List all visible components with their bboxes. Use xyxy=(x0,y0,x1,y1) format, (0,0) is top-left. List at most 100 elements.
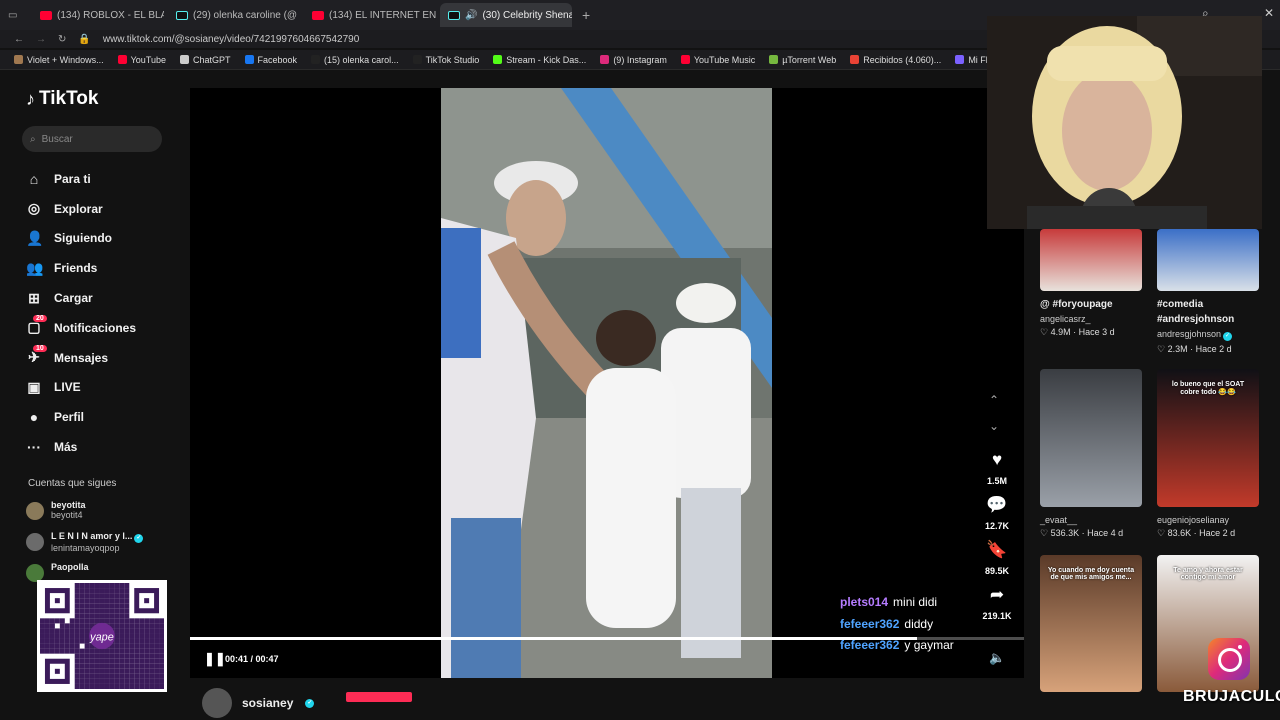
sidebar-nav: ⌂ Para ti ◎ Explorar 👤 Siguiendo 👥 Friends ⊞ Carg… xyxy=(26,164,136,462)
bookmark-item[interactable]: Violet + Windows... xyxy=(14,55,104,65)
sidebar-item-perfil[interactable]: ● Perfil xyxy=(26,402,136,432)
recommended-video-card[interactable]: #comedia #andresjohnson andresgjohnson ✓ ♡ … xyxy=(1157,229,1259,355)
bookmark-item[interactable]: TikTok Studio xyxy=(412,55,479,65)
pause-icon[interactable]: ❚❚ xyxy=(204,651,226,667)
heart-icon: ♡ xyxy=(1040,528,1051,538)
bookmark-item[interactable]: Recibidos (4.060)... xyxy=(850,55,941,65)
chat-message: plets014 mini didi xyxy=(840,592,954,614)
bookmark-favicon-icon xyxy=(14,55,23,64)
video-meta: ♡ 83.6K · Hace 2 d xyxy=(1157,528,1236,538)
video-thumbnail[interactable] xyxy=(1157,229,1259,291)
bookmark-item[interactable]: Stream - Kick Das... xyxy=(493,55,586,65)
yape-qr-code: yape xyxy=(37,580,167,692)
url-field[interactable]: www.tiktok.com/@sosianey/video/742199760… xyxy=(103,34,359,45)
sidebar-item-explorar[interactable]: ◎ Explorar xyxy=(26,194,136,224)
recommended-video-card[interactable]: lo bueno que el SOAT cobre todo 😂😂 eugeni… xyxy=(1157,369,1259,539)
video-thumbnail[interactable]: lo bueno que el SOAT cobre todo 😂😂 xyxy=(1157,369,1259,507)
video-author[interactable]: _evaat__ xyxy=(1040,515,1142,525)
video-author[interactable]: sosianey ✓ xyxy=(202,688,315,718)
sidebar-item-m-s[interactable]: ··· Más xyxy=(26,432,136,462)
tiktok-logo[interactable]: ♪ TikTok xyxy=(26,88,98,110)
yape-label: yape xyxy=(89,631,114,643)
sidebar-item-mensajes[interactable]: ✈ 10 Mensajes xyxy=(26,343,136,373)
verified-icon: ✓ xyxy=(1223,332,1233,341)
recommended-video-card[interactable]: Yo cuando me doy cuenta de que mis amigo… xyxy=(1040,555,1142,692)
recommended-video-card[interactable]: @ #foryoupage angelicasrz_ ♡ 4.9M · Hace 3… xyxy=(1040,229,1142,338)
video-author-name: eugeniojoselianay xyxy=(1157,515,1230,525)
avatar xyxy=(26,502,44,520)
verified-icon: ✓ xyxy=(134,534,144,543)
bookmark-item[interactable]: Facebook xyxy=(244,55,297,65)
bookmark-item[interactable]: YouTube xyxy=(117,55,166,65)
sidebar-item-friends[interactable]: 👥 Friends xyxy=(26,253,136,283)
share-button[interactable]: ➦ 219.1K xyxy=(980,585,1014,630)
sidebar-item-siguiendo[interactable]: 👤 Siguiendo xyxy=(26,224,136,254)
search-icon: ⌕ xyxy=(30,133,36,145)
bookmark-item[interactable]: YouTube Music xyxy=(680,55,755,65)
chat-text: diddy xyxy=(904,616,934,631)
stream-chat-overlay: plets014 mini didi fefeeer362 diddy fefeeer3… xyxy=(840,592,954,657)
back-icon[interactable]: ← xyxy=(14,34,24,45)
video-progress-bar[interactable] xyxy=(190,637,1024,640)
upload-icon: ⊞ xyxy=(28,289,40,306)
verified-icon: ✓ xyxy=(305,698,315,708)
follow-button[interactable] xyxy=(346,692,412,702)
bookmark-favicon-icon xyxy=(680,55,690,64)
thumbnail-caption: Yo cuando me doy cuenta de que mis amigo… xyxy=(1047,567,1135,581)
volume-icon[interactable]: 🔈 xyxy=(989,650,1005,666)
following-account[interactable]: L E N I N amor y l... ✓ lenintamayoqpop xyxy=(26,531,144,553)
video-thumbnail[interactable] xyxy=(1040,369,1142,507)
friends-icon: 👥 xyxy=(26,259,44,276)
forward-icon[interactable]: → xyxy=(36,34,46,45)
video-author[interactable]: eugeniojoselianay xyxy=(1157,515,1259,525)
video-caption: #comedia #andresjohnson xyxy=(1157,299,1235,325)
bookmark-item[interactable]: (9) Instagram xyxy=(600,55,667,65)
browser-tab[interactable]: (134) EL INTERNET EN PE xyxy=(304,3,436,27)
reload-icon[interactable]: ↻ xyxy=(58,34,66,45)
video-thumbnail[interactable]: Yo cuando me doy cuenta de que mis amigo… xyxy=(1040,555,1142,692)
bookmark-item[interactable]: ChatGPT xyxy=(180,55,231,65)
close-window-icon[interactable]: ✕ xyxy=(1264,6,1274,20)
bookmark-item[interactable]: µTorrent Web xyxy=(769,55,836,65)
notification-badge: 20 xyxy=(33,314,47,322)
sidebar-item-live[interactable]: ▣ LIVE xyxy=(26,373,136,403)
previous-video-icon[interactable]: ⌃ xyxy=(989,393,999,407)
video-actions: ♥ 1.5M 💬 12.7K 🔖 89.5K ➦ 219.1K xyxy=(980,450,1014,630)
following-account[interactable]: Paopolla xyxy=(26,562,89,582)
video-thumbnail[interactable] xyxy=(1040,229,1142,291)
video-author-name: _evaat__ xyxy=(1040,515,1078,525)
avatar xyxy=(202,688,232,718)
chat-text: mini didi xyxy=(893,595,938,609)
new-tab-button[interactable]: + xyxy=(576,7,596,23)
next-video-icon[interactable]: ⌄ xyxy=(989,419,999,433)
bookmark-item[interactable]: (15) olenka carol... xyxy=(311,55,399,65)
recommended-video-card[interactable]: _evaat__ ♡ 536.3K · Hace 4 d xyxy=(1040,369,1142,539)
bookmark-favicon-icon xyxy=(311,55,321,64)
sidebar-item-notificaciones[interactable]: ▢ 20 Notificaciones xyxy=(26,313,136,343)
video-author[interactable]: andresgjohnson ✓ xyxy=(1157,329,1259,341)
following-account[interactable]: beyotita beyotit4 xyxy=(26,500,86,520)
screen: ▭ (134) ROBLOX - EL BLADE (29) olenka ca… xyxy=(0,0,1280,720)
bookmark-favicon-icon xyxy=(955,55,965,64)
sidebar-item-para-ti[interactable]: ⌂ Para ti xyxy=(26,164,136,194)
save-button[interactable]: 🔖 89.5K xyxy=(980,540,1014,585)
compass-icon: ◎ xyxy=(27,200,41,217)
search-input[interactable]: ⌕ Buscar xyxy=(22,126,162,152)
comment-button[interactable]: 💬 12.7K xyxy=(980,495,1014,540)
video-author[interactable]: angelicasrz_ xyxy=(1040,314,1142,324)
separator: · xyxy=(1070,327,1079,337)
tiktok-note-icon: ♪ xyxy=(26,88,35,109)
bookmark-favicon-icon xyxy=(600,55,610,64)
bookmark-favicon-icon xyxy=(117,55,127,64)
home-icon: ⌂ xyxy=(29,170,39,187)
heart-icon: ♡ xyxy=(1040,327,1051,337)
browser-tab[interactable]: (134) ROBLOX - EL BLADE xyxy=(32,3,164,27)
browser-tab[interactable]: (29) olenka caroline (@ xyxy=(168,3,300,27)
video-frame[interactable] xyxy=(441,88,772,678)
video-time: 00:41 / 00:47 xyxy=(225,654,279,664)
bookmark-icon: 🔖 xyxy=(986,540,1008,559)
sidebar-item-cargar[interactable]: ⊞ Cargar xyxy=(26,283,136,313)
like-button[interactable]: ♥ 1.5M xyxy=(980,450,1014,495)
tab-actions-icon[interactable]: ▭ xyxy=(8,10,28,21)
browser-tab-active[interactable]: 🔊 (30) Celebrity Shenan xyxy=(440,3,572,27)
